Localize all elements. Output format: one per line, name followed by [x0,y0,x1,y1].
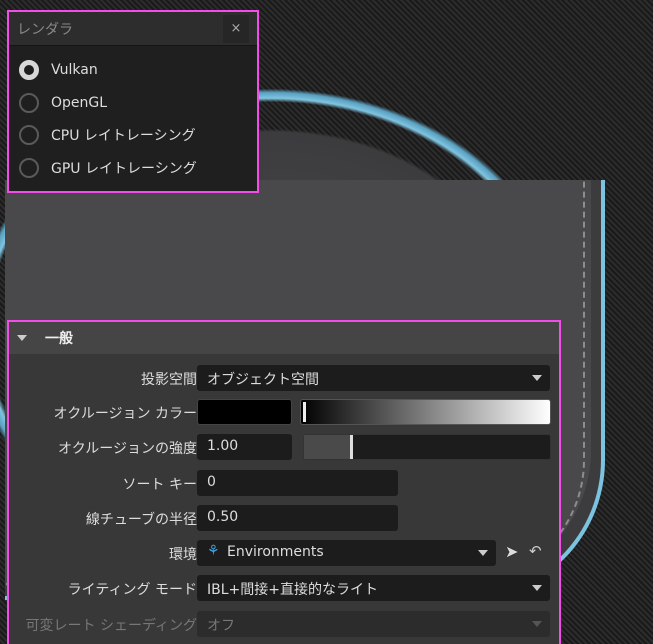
renderer-option-cpu-raytracing[interactable]: CPU レイトレーシング [9,119,257,152]
environment-dropdown[interactable]: ⚘ Environments [197,540,496,566]
close-icon[interactable]: × [223,14,249,43]
option-label: Vulkan [51,62,98,79]
renderer-panel: レンダラ × Vulkan OpenGL CPU レイトレーシング GPU レイ… [7,10,259,193]
environment-node-icon: ⚘ [207,543,220,559]
option-label: OpenGL [51,94,108,111]
field-label: ライティング モード [67,582,197,598]
field-label: オクルージョンの強度 [57,441,197,457]
field-label: 環境 [169,547,197,563]
occlusion-color-gradient[interactable] [300,399,551,425]
pick-cursor-icon[interactable]: ➤ [505,542,518,561]
projection-space-dropdown[interactable]: オブジェクト空間 [197,365,550,391]
radio-icon[interactable] [19,157,39,178]
reset-environment-icon[interactable]: ↶ [529,542,542,560]
radio-icon[interactable] [19,125,39,146]
sort-key-input[interactable]: 0 [197,470,398,496]
line-tube-radius-input[interactable]: 0.50 [197,505,398,531]
occlusion-strength-slider[interactable] [303,434,551,460]
lighting-mode-row: ライティング モード IBL+間接+直接的なライト [9,575,559,601]
occlusion-color-swatch[interactable] [197,399,292,425]
occlusion-strength-row: オクルージョンの強度 1.00 [9,434,559,460]
radio-selected-icon[interactable] [19,60,39,81]
sort-key-row: ソート キー 0 [9,470,559,496]
collapse-triangle-icon[interactable] [17,335,27,341]
general-panel: 一般 投影空間 オブジェクト空間 オクルージョン カラー オクルージョンの強度 … [7,320,561,644]
lighting-mode-dropdown[interactable]: IBL+間接+直接的なライト [197,575,550,601]
line-tube-radius-row: 線チューブの半径 0.50 [9,505,559,531]
variable-rate-shading-dropdown: オフ [197,611,550,637]
field-label: オクルージョン カラー [53,406,197,422]
occlusion-color-row: オクルージョン カラー [9,399,559,425]
option-label: CPU レイトレーシング [51,128,196,145]
occlusion-strength-input[interactable]: 1.00 [197,434,292,460]
field-label: 線チューブの半径 [85,512,197,528]
section-title: 一般 [45,331,73,347]
renderer-option-opengl[interactable]: OpenGL [9,87,257,120]
environment-value: Environments [227,544,324,560]
renderer-option-gpu-raytracing[interactable]: GPU レイトレーシング [9,152,257,185]
renderer-title: レンダラ [17,21,73,38]
slider-fill [304,435,354,459]
gradient-handle[interactable] [303,402,306,422]
projection-space-row: 投影空間 オブジェクト空間 [9,365,559,391]
variable-rate-shading-row: 可変レート シェーディング オフ [9,611,559,637]
field-label: 可変レート シェーディング [25,618,197,634]
option-label: GPU レイトレーシング [51,160,197,177]
radio-icon[interactable] [19,92,39,113]
general-section-header[interactable]: 一般 [9,322,559,354]
environment-row: 環境 ⚘ Environments ➤ ↶ [9,540,559,566]
renderer-option-vulkan[interactable]: Vulkan [9,54,257,87]
renderer-titlebar[interactable]: レンダラ × [9,12,257,46]
field-label: 投影空間 [141,372,197,388]
field-label: ソート キー [122,477,197,493]
